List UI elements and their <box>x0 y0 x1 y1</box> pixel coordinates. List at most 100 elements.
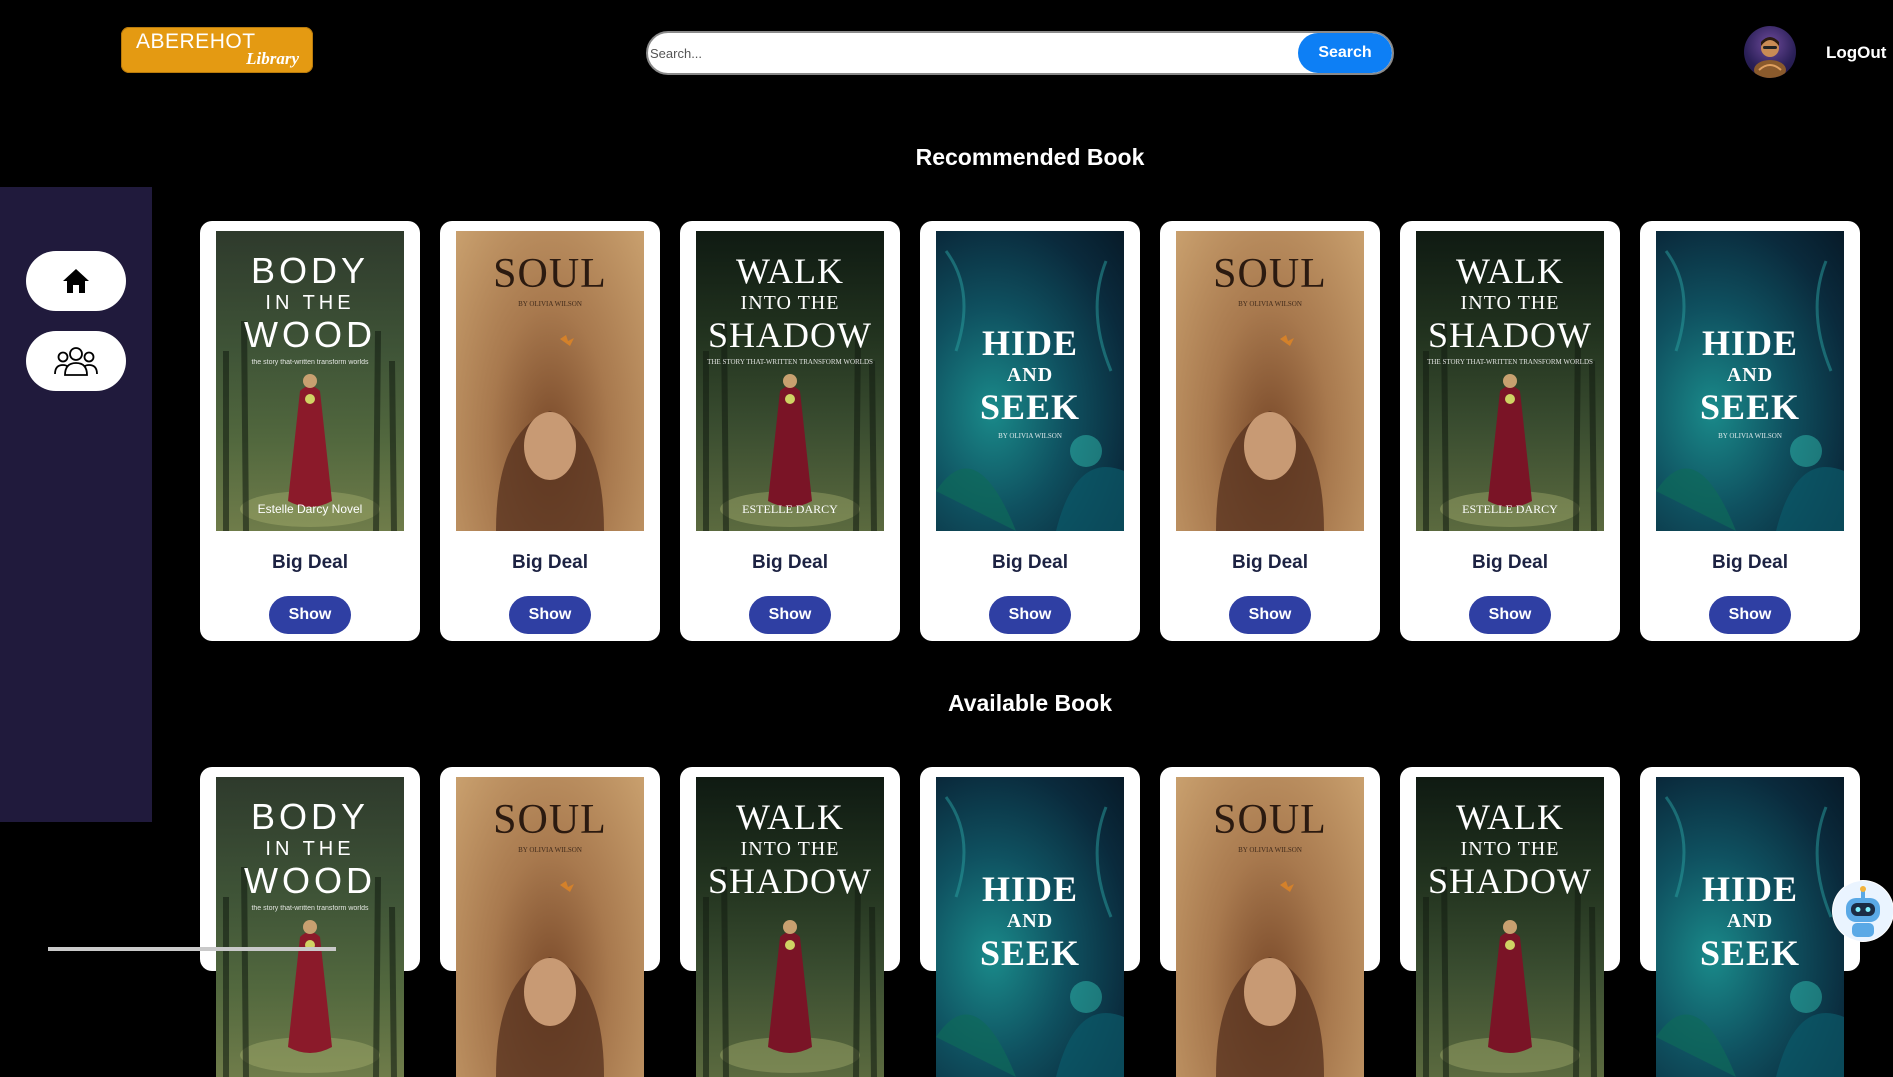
cover-title-line: SEEK <box>979 933 1081 973</box>
book-card: SOUL BY OLIVIA WILSON <box>440 767 660 1077</box>
book-card: SOUL BY OLIVIA WILSON Big Deal Show <box>1160 221 1380 641</box>
cover-title-line: INTO THE <box>740 838 840 860</box>
cover-subtitle: the story that-written transform worlds <box>251 905 369 912</box>
book-cover[interactable]: SOUL BY OLIVIA WILSON <box>456 231 644 531</box>
show-button[interactable]: Show <box>989 596 1071 634</box>
book-card: HIDE AND SEEK <box>920 767 1140 1077</box>
cover-title-line: SHADOW <box>1428 861 1592 901</box>
book-cover[interactable]: WALK INTO THE SHADOW <box>1416 777 1604 1077</box>
cover-title-line: SHADOW <box>1428 315 1592 355</box>
book-card: HIDE AND SEEK BY OLIVIA WILSON Big Deal Show <box>1640 221 1860 641</box>
book-title: Big Deal <box>271 552 349 573</box>
show-button[interactable]: Show <box>269 596 351 634</box>
cover-title-line: SHADOW <box>708 315 872 355</box>
show-button[interactable]: Show <box>509 596 591 634</box>
users-icon <box>54 347 98 376</box>
cover-subtitle: BY OLIVIA WILSON <box>1238 846 1302 854</box>
book-cover[interactable]: BODY IN THE WOOD the story that-written tra… <box>216 777 404 1077</box>
brand-logo[interactable]: ABEREHOT Library <box>121 27 313 73</box>
cover-title-line: SEEK <box>979 387 1081 427</box>
avatar[interactable] <box>1744 26 1796 78</box>
cover-title-line: IN THE <box>265 838 355 860</box>
book-cover[interactable]: HIDE AND SEEK <box>1656 777 1844 1077</box>
cover-title-line: AND <box>1006 364 1054 386</box>
horizontal-scrollbar[interactable] <box>48 947 336 951</box>
cover-title-line: WALK <box>736 797 844 837</box>
cover-subtitle: THE STORY THAT-WRITTEN TRANSFORM WORLDS <box>707 358 873 366</box>
cover-title-line: WALK <box>1456 251 1564 291</box>
avatar-image <box>1754 37 1786 78</box>
cover-title-line: AND <box>1726 364 1774 386</box>
book-title: Big Deal <box>1231 552 1309 573</box>
cover-title-line: WALK <box>1456 797 1564 837</box>
book-cover[interactable]: WALK INTO THE SHADOW THE STORY THAT-WRITTEN… <box>1416 231 1604 531</box>
brand-subtitle: Library <box>246 49 299 68</box>
book-cover[interactable]: WALK INTO THE SHADOW THE STORY THAT-WRITTEN… <box>696 231 884 531</box>
cover-subtitle: THE STORY THAT-WRITTEN TRANSFORM WORLDS <box>1427 358 1593 366</box>
search-bar: Search <box>646 31 1394 75</box>
cover-title-line: SOUL <box>493 251 607 297</box>
book-title: Big Deal <box>1711 552 1789 573</box>
cover-subtitle: BY OLIVIA WILSON <box>518 846 582 854</box>
cover-title-line: INTO THE <box>1460 838 1560 860</box>
section-title-available: Available Book <box>947 690 1113 716</box>
book-card: SOUL BY OLIVIA WILSON <box>1160 767 1380 1077</box>
cover-title-line: AND <box>1726 910 1774 932</box>
cover-title-line: WALK <box>736 251 844 291</box>
section-title-recommended: Recommended Book <box>915 144 1145 170</box>
book-cover[interactable]: HIDE AND SEEK BY OLIVIA WILSON <box>936 231 1124 531</box>
book-card: SOUL BY OLIVIA WILSON Big Deal Show <box>440 221 660 641</box>
book-card: HIDE AND SEEK <box>1640 767 1860 1077</box>
book-title: Big Deal <box>751 552 829 573</box>
cover-title-line: SHADOW <box>708 861 872 901</box>
robot-icon[interactable] <box>1832 880 1893 942</box>
cover-title-line: SOUL <box>493 797 607 843</box>
book-cover[interactable]: SOUL BY OLIVIA WILSON <box>1176 231 1364 531</box>
sidebar <box>0 187 152 822</box>
book-cover[interactable]: HIDE AND SEEK BY OLIVIA WILSON <box>1656 231 1844 531</box>
book-cover[interactable]: BODY IN THE WOOD the story that-written tra… <box>216 231 404 531</box>
book-card: WALK INTO THE SHADOW <box>680 767 900 1077</box>
cover-author: ESTELLE DARCY <box>1462 502 1558 516</box>
book-cover[interactable]: WALK INTO THE SHADOW <box>696 777 884 1077</box>
robot-image <box>1833 881 1893 941</box>
book-card: HIDE AND SEEK BY OLIVIA WILSON Big Deal Show <box>920 221 1140 641</box>
show-button[interactable]: Show <box>1229 596 1311 634</box>
book-card: WALK INTO THE SHADOW THE STORY THAT-WRITTEN… <box>680 221 900 641</box>
book-cover[interactable]: HIDE AND SEEK <box>936 777 1124 1077</box>
cover-title-line: BODY <box>250 250 370 291</box>
brand-name: ABEREHOT <box>136 30 256 53</box>
cover-subtitle: the story that-written transform worlds <box>251 359 369 366</box>
cover-title-line: SEEK <box>1699 387 1801 427</box>
cover-title-line: WOOD <box>244 860 376 901</box>
book-cover[interactable]: SOUL BY OLIVIA WILSON <box>456 777 644 1077</box>
search-input[interactable] <box>650 33 1270 73</box>
show-button[interactable]: Show <box>749 596 831 634</box>
book-title: Big Deal <box>991 552 1069 573</box>
home-icon <box>63 269 89 293</box>
cover-title-line: HIDE <box>981 869 1079 909</box>
logout-link[interactable]: LogOut <box>1826 43 1886 63</box>
sidebar-item-home[interactable] <box>26 251 126 311</box>
sidebar-item-users[interactable] <box>26 331 126 391</box>
book-title: Big Deal <box>1471 552 1549 573</box>
cover-title-line: SOUL <box>1213 797 1327 843</box>
cover-subtitle: BY OLIVIA WILSON <box>998 432 1062 440</box>
book-card: WALK INTO THE SHADOW THE STORY THAT-WRITTEN… <box>1400 221 1620 641</box>
cover-subtitle: BY OLIVIA WILSON <box>518 300 582 308</box>
search-button[interactable]: Search <box>1298 33 1392 73</box>
cover-title-line: WOOD <box>244 314 376 355</box>
cover-title-line: AND <box>1006 910 1054 932</box>
show-button[interactable]: Show <box>1709 596 1791 634</box>
cover-title-line: INTO THE <box>1460 292 1560 314</box>
book-card: WALK INTO THE SHADOW <box>1400 767 1620 1077</box>
cover-title-line: SEEK <box>1699 933 1801 973</box>
cover-author: Estelle Darcy Novel <box>257 502 363 516</box>
cover-title-line: INTO THE <box>740 292 840 314</box>
book-cover[interactable]: SOUL BY OLIVIA WILSON <box>1176 777 1364 1077</box>
cover-title-line: HIDE <box>981 323 1079 363</box>
show-button[interactable]: Show <box>1469 596 1551 634</box>
cover-title-line: HIDE <box>1701 869 1799 909</box>
cover-title-line: HIDE <box>1701 323 1799 363</box>
book-card: BODY IN THE WOOD the story that-written tra… <box>200 767 420 1077</box>
